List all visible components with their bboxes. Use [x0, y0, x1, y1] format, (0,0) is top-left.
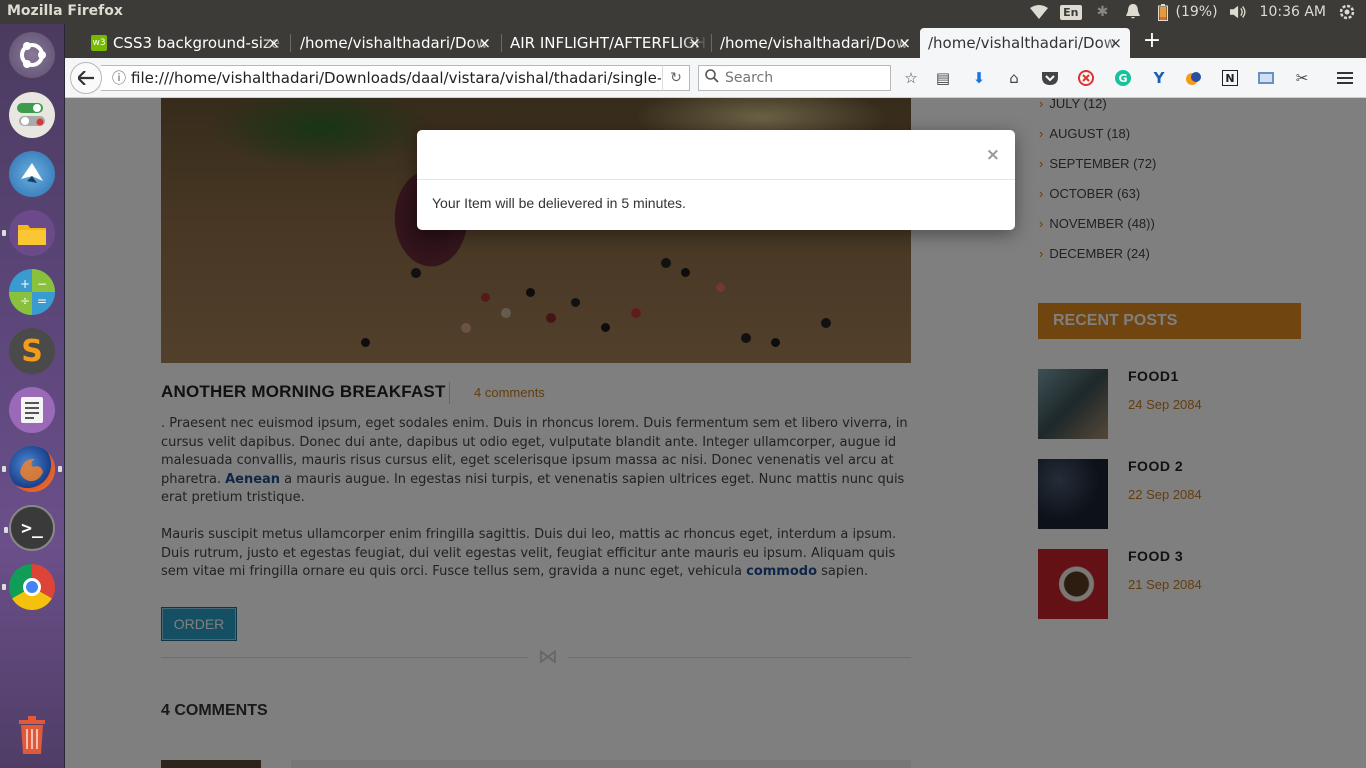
launcher-calculator[interactable]: + − ÷ = — [9, 269, 55, 315]
tab-css3-background-size[interactable]: w3 CSS3 background-size × — [83, 28, 288, 58]
extension-flame-icon[interactable] — [1184, 68, 1204, 88]
bluetooth-icon[interactable]: ✱ — [1094, 3, 1112, 21]
svg-text:÷: ÷ — [20, 294, 30, 308]
modal-header: × — [417, 130, 1015, 180]
notification-bell-icon[interactable] — [1124, 3, 1142, 21]
tab-title: /home/vishalthadari/Dow — [300, 34, 489, 52]
tab-close-icon[interactable]: × — [1109, 34, 1122, 52]
url-bar[interactable]: ⓘ file:///home/vishalthadari/Downloads/d… — [101, 65, 690, 91]
hamburger-menu-icon[interactable] — [1335, 68, 1355, 88]
search-input[interactable] — [725, 70, 875, 86]
launcher-text-editor[interactable] — [9, 387, 55, 433]
calculator-icon: + −÷ = — [9, 269, 55, 315]
tab-air-inflight[interactable]: AIR INFLIGHT/AFTERFLIGH × — [502, 28, 709, 58]
svg-text:−: − — [37, 277, 47, 291]
bookmark-star-icon[interactable]: ☆ — [901, 68, 921, 88]
svg-text:+: + — [20, 277, 30, 291]
screenshot-icon[interactable] — [1256, 68, 1276, 88]
clock[interactable]: 10:36 AM — [1260, 4, 1326, 20]
launcher-trash[interactable] — [9, 712, 55, 758]
active-app-title: Mozilla Firefox — [7, 3, 123, 19]
tab-close-icon[interactable]: × — [688, 34, 701, 52]
wifi-icon[interactable] — [1030, 3, 1049, 21]
tab-home-folder-2[interactable]: /home/vishalthadari/Dow × — [712, 28, 919, 58]
power-gear-icon[interactable] — [1338, 3, 1356, 21]
reload-button[interactable]: ↻ — [662, 65, 690, 91]
volume-icon[interactable] — [1229, 3, 1248, 21]
modal-close-button[interactable]: × — [986, 145, 1000, 165]
launcher-settings-toggle[interactable] — [9, 92, 55, 138]
firefox-icon — [20, 458, 43, 482]
extension-y-icon[interactable]: Y — [1149, 68, 1169, 88]
downloads-icon[interactable]: ⬇ — [969, 68, 989, 88]
terminal-prompt-icon: >_ — [21, 517, 43, 539]
tab-close-icon[interactable]: × — [478, 34, 491, 52]
document-icon — [21, 397, 43, 423]
url-text[interactable]: file:///home/vishalthadari/Downloads/daa… — [131, 69, 661, 87]
chrome-icon — [23, 578, 41, 596]
tab-home-folder-active[interactable]: /home/vishalthadari/Dow × — [920, 28, 1130, 58]
ubuntu-logo-icon — [20, 42, 46, 68]
browser-tab-strip: w3 CSS3 background-size × /home/vishalth… — [65, 24, 1366, 58]
system-top-panel: Mozilla Firefox En ✱ (19%) 10:36 AM — [0, 0, 1366, 24]
unity-launcher: + − ÷ = S >_ — [0, 24, 65, 768]
pocket-icon[interactable] — [1040, 68, 1060, 88]
battery-percentage: (19%) — [1175, 4, 1218, 20]
tab-close-icon[interactable]: × — [267, 34, 280, 52]
search-icon — [705, 69, 719, 87]
modal-message: Your Item will be delievered in 5 minute… — [432, 195, 686, 211]
launcher-firefox[interactable] — [2, 446, 62, 492]
extension-n-icon[interactable]: N — [1220, 68, 1240, 88]
trash-icon — [19, 716, 45, 754]
battery-icon[interactable] — [1154, 3, 1172, 21]
reload-icon: ↻ — [670, 70, 682, 86]
keyboard-layout-indicator[interactable]: En — [1060, 4, 1082, 20]
w3schools-favicon-icon: w3 — [91, 35, 107, 51]
remmina-bird-icon — [21, 163, 43, 183]
toggle-switches-icon — [17, 103, 45, 126]
system-tray: En ✱ (19%) 10:36 AM — [1030, 0, 1366, 24]
tab-home-folder-1[interactable]: /home/vishalthadari/Dow × — [292, 28, 499, 58]
new-tab-button[interactable]: + — [1140, 30, 1164, 54]
grammarly-icon[interactable]: G — [1113, 68, 1133, 88]
tab-title: AIR INFLIGHT/AFTERFLIGH — [510, 34, 707, 52]
back-button[interactable] — [70, 62, 102, 94]
launcher-sublime-text[interactable]: S — [9, 328, 55, 374]
launcher-remmina[interactable] — [9, 151, 55, 197]
tab-close-icon[interactable]: × — [898, 34, 911, 52]
adblock-icon[interactable] — [1076, 68, 1096, 88]
launcher-files[interactable] — [2, 210, 55, 256]
ubuntu-dash-button[interactable] — [9, 32, 55, 78]
tab-title: /home/vishalthadari/Dow — [928, 34, 1117, 52]
browser-navigation-bar: ⓘ file:///home/vishalthadari/Downloads/d… — [65, 58, 1366, 98]
tab-title: /home/vishalthadari/Dow — [720, 34, 909, 52]
launcher-terminal[interactable]: >_ — [4, 505, 55, 551]
delivery-modal: × Your Item will be delievered in 5 minu… — [417, 130, 1015, 230]
home-icon[interactable]: ⌂ — [1004, 68, 1024, 88]
web-page-viewport: ANOTHER MORNING BREAKFAST 4 comments . P… — [65, 98, 1366, 768]
tab-title: CSS3 background-size — [113, 34, 281, 52]
page-info-icon[interactable]: ⓘ — [107, 68, 131, 88]
folder-icon — [18, 225, 46, 245]
cut-tool-icon[interactable]: ✂ — [1292, 68, 1312, 88]
search-bar[interactable] — [698, 65, 891, 91]
back-arrow-icon — [78, 71, 94, 85]
launcher-chrome[interactable] — [2, 564, 55, 610]
bookmarks-list-icon[interactable]: ▤ — [933, 68, 953, 88]
svg-text:=: = — [37, 294, 47, 308]
sublime-s-icon: S — [21, 333, 43, 369]
